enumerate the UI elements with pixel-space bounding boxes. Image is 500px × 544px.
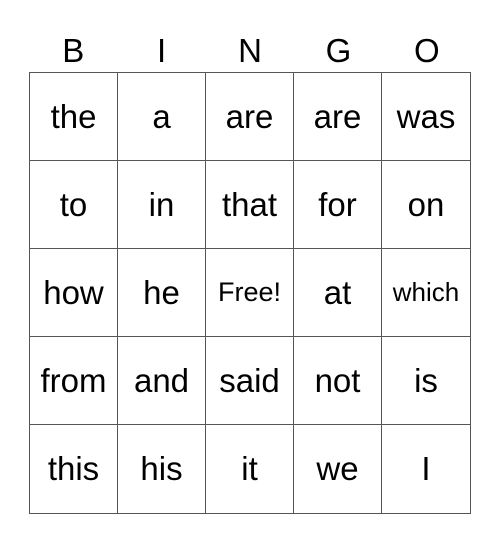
bingo-cell[interactable]: are <box>206 73 294 161</box>
bingo-cell[interactable]: a <box>118 73 206 161</box>
bingo-cell[interactable]: I <box>382 425 470 513</box>
bingo-header: B I N G O <box>29 30 471 72</box>
bingo-cell[interactable]: on <box>382 161 470 249</box>
bingo-cell[interactable]: the <box>30 73 118 161</box>
bingo-cell[interactable]: from <box>30 337 118 425</box>
bingo-cell[interactable]: at <box>294 249 382 337</box>
bingo-cell[interactable]: it <box>206 425 294 513</box>
bingo-cell[interactable]: was <box>382 73 470 161</box>
bingo-cell[interactable]: this <box>30 425 118 513</box>
bingo-cell[interactable]: that <box>206 161 294 249</box>
bingo-cell[interactable]: we <box>294 425 382 513</box>
header-letter-o: O <box>413 32 440 69</box>
free-space-cell[interactable]: Free! <box>206 249 294 337</box>
bingo-card: the a are are was to in that for on how … <box>29 72 471 514</box>
bingo-cell[interactable]: said <box>206 337 294 425</box>
bingo-cell[interactable]: he <box>118 249 206 337</box>
bingo-cell[interactable]: for <box>294 161 382 249</box>
bingo-cell[interactable]: to <box>30 161 118 249</box>
header-letter-i: I <box>157 32 167 69</box>
bingo-cell[interactable]: in <box>118 161 206 249</box>
bingo-cell[interactable]: how <box>30 249 118 337</box>
bingo-cell[interactable]: which <box>382 249 470 337</box>
bingo-cell[interactable]: his <box>118 425 206 513</box>
bingo-cell[interactable]: and <box>118 337 206 425</box>
bingo-cell[interactable]: are <box>294 73 382 161</box>
bingo-cell[interactable]: not <box>294 337 382 425</box>
bingo-cell[interactable]: is <box>382 337 470 425</box>
header-letter-b: B <box>62 32 85 69</box>
header-letter-g: G <box>325 32 352 69</box>
header-letter-n: N <box>238 32 262 69</box>
